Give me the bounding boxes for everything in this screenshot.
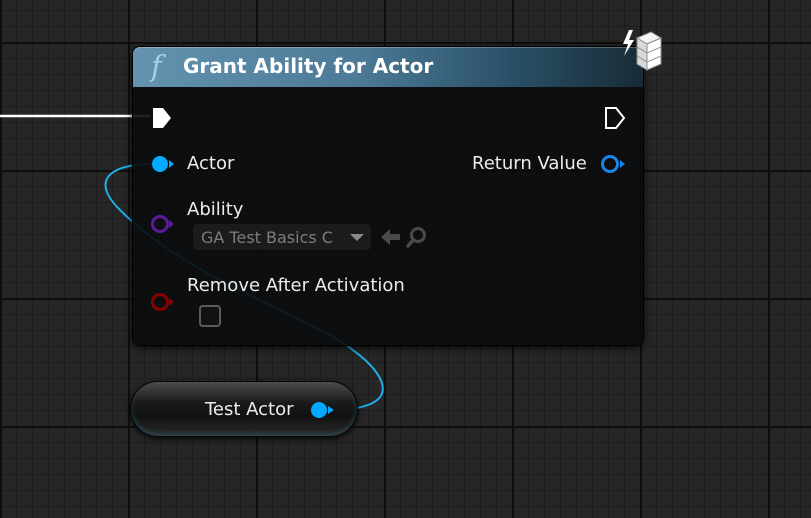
test-actor-variable-node[interactable]: Test Actor (130, 381, 358, 437)
actor-label: Actor (187, 153, 235, 174)
exec-in-pin[interactable] (151, 106, 173, 130)
grant-ability-node[interactable]: f Grant Ability for Actor Actor Return V… (132, 30, 663, 346)
remove-after-activation-checkbox[interactable] (199, 305, 221, 327)
function-icon: f (151, 49, 162, 83)
test-actor-label: Test Actor (205, 399, 294, 420)
browse-asset-icon[interactable] (405, 225, 429, 249)
ability-label: Ability (187, 199, 244, 220)
node-header[interactable]: f Grant Ability for Actor (133, 47, 643, 87)
return-value-label: Return Value (472, 153, 587, 174)
chevron-down-icon[interactable] (343, 224, 371, 250)
test-actor-output-pin[interactable] (309, 400, 337, 420)
node-title: Grant Ability for Actor (183, 54, 434, 78)
exec-out-pin[interactable] (604, 106, 626, 130)
actor-input-pin[interactable] (150, 154, 176, 174)
ability-class-picker[interactable]: GA Test Basics C (193, 224, 371, 250)
remove-after-activation-label: Remove After Activation (187, 275, 405, 296)
use-selected-asset-icon[interactable] (379, 226, 403, 248)
return-value-pin[interactable] (599, 154, 627, 174)
ability-input-pin[interactable] (150, 214, 176, 234)
ability-class-value: GA Test Basics C (201, 228, 333, 247)
remove-after-activation-pin[interactable] (150, 292, 176, 312)
authority-only-icon (623, 30, 663, 71)
